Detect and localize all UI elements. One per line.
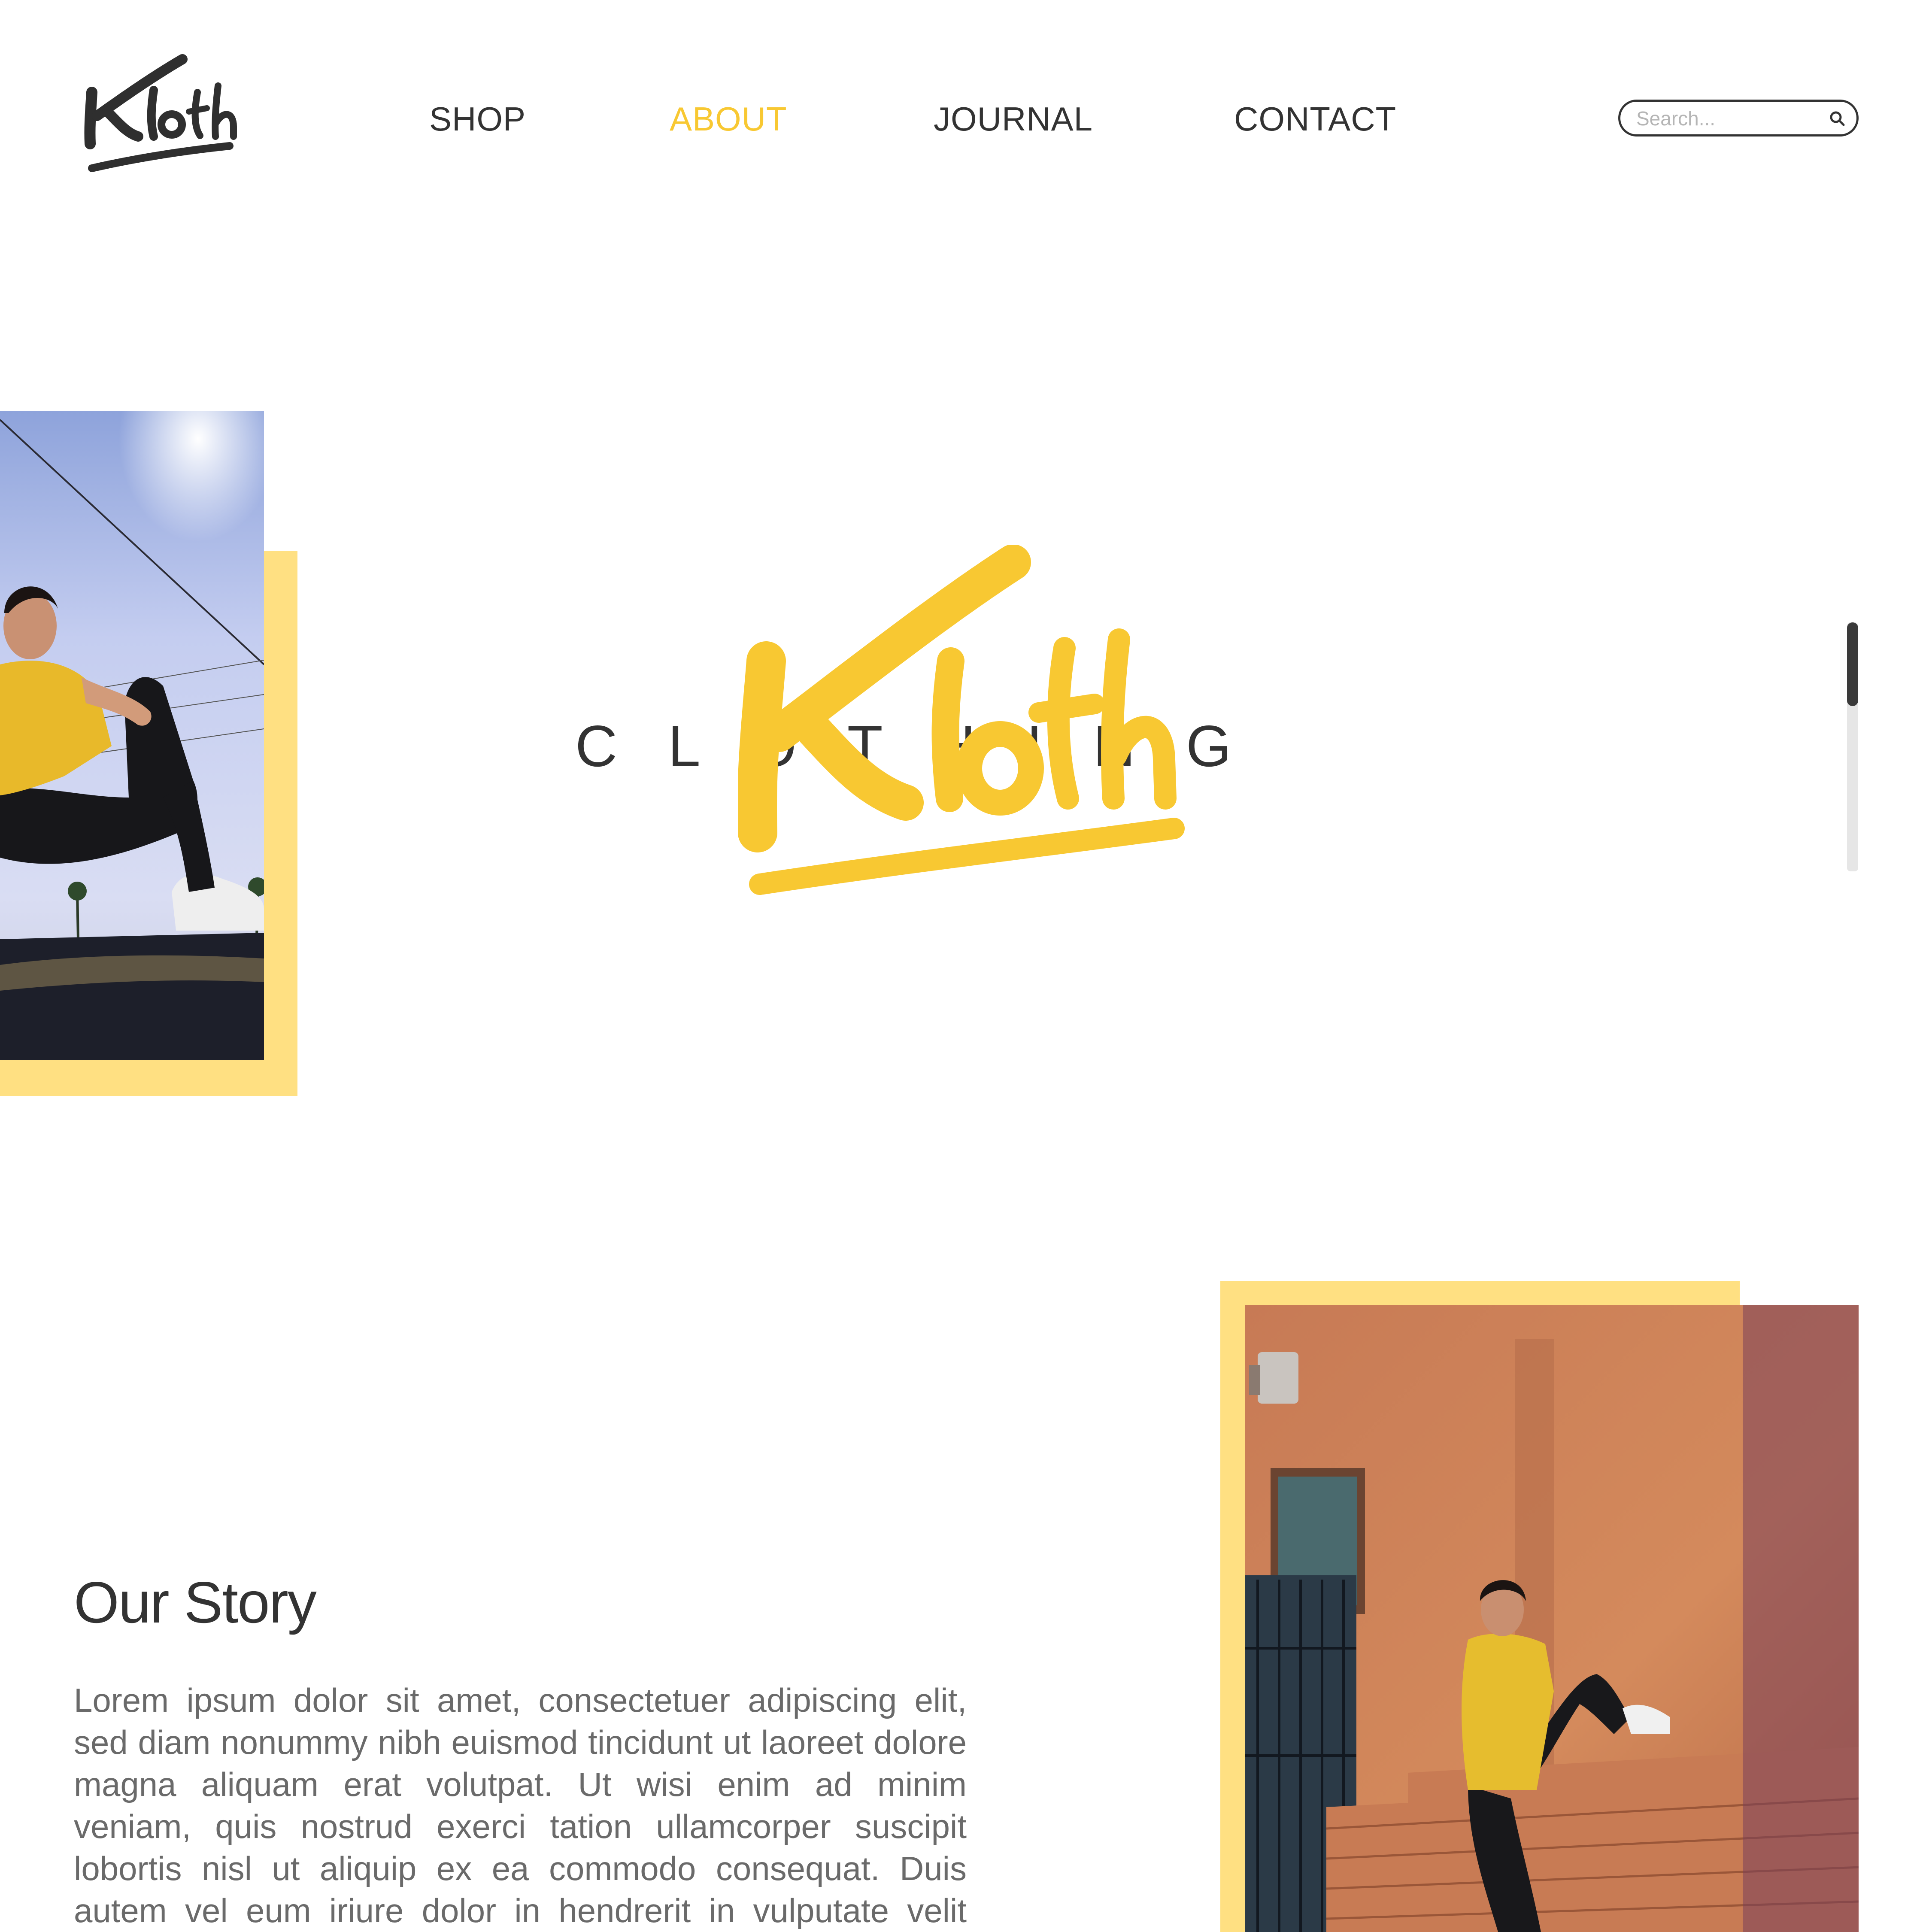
about-page: SHOP ABOUT JOURNAL CONTACT Search... CLO… — [0, 0, 1932, 1932]
search-input[interactable] — [1635, 105, 1826, 132]
hero-photo-model-sitting — [0, 411, 264, 1060]
story-body: Lorem ipsum dolor sit amet, consectetuer… — [74, 1681, 967, 1929]
story-photo-model-wall — [1245, 1305, 1859, 1932]
nav-about[interactable]: ABOUT — [670, 100, 787, 139]
kloth-logo[interactable] — [82, 52, 240, 180]
nav-shop[interactable]: SHOP — [429, 100, 526, 139]
nav-contact[interactable]: CONTACT — [1234, 100, 1396, 139]
scroll-thumb[interactable] — [1847, 622, 1858, 706]
nav-journal[interactable]: JOURNAL — [934, 100, 1093, 139]
search-box[interactable] — [1618, 100, 1859, 136]
kloth-hero-logo — [738, 545, 1185, 895]
story-title: Our Story — [74, 1570, 317, 1635]
search-icon[interactable] — [1828, 109, 1846, 127]
